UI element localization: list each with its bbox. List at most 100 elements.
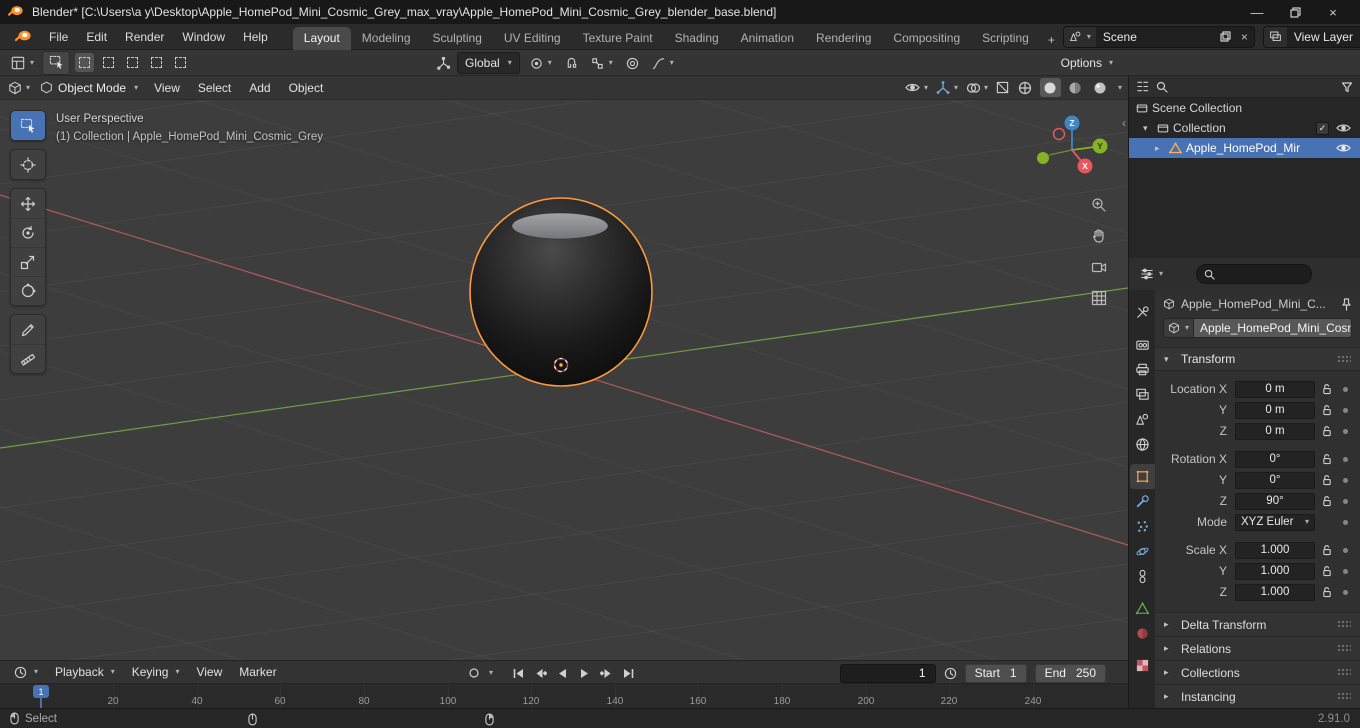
sidebar-toggle-arrow-icon[interactable]: ‹ [1122,116,1126,130]
location-z-field[interactable]: 0 m [1235,422,1315,440]
lock-button[interactable] [1321,495,1333,507]
collection-checkbox[interactable]: ✓ [1316,121,1329,135]
select-mode-intersect-button[interactable] [171,53,190,72]
scene-name[interactable]: Scene [1096,30,1216,44]
play-reverse-button[interactable] [553,664,572,683]
perspective-toggle-control[interactable] [1089,288,1109,308]
tab-animation[interactable]: Animation [730,27,805,50]
menu-object[interactable]: Object [281,78,332,98]
animate-decorator[interactable] [1343,519,1348,525]
scene-unlink-button[interactable]: × [1235,30,1254,44]
add-workspace-button[interactable]: + [1040,30,1063,50]
menu-view[interactable]: View [146,78,188,98]
outliner-display-mode-button[interactable] [1136,80,1149,93]
navigation-gizmo[interactable]: Z Y X [1036,114,1108,186]
lock-button[interactable] [1321,586,1333,598]
tab-view-layer[interactable] [1130,382,1155,407]
panel-grip-handle[interactable] [1337,620,1351,629]
animate-decorator[interactable] [1343,386,1348,392]
rotation-y-field[interactable]: 0° [1235,471,1315,489]
gizmos-dropdown[interactable]: ▾ [934,79,960,97]
animate-decorator[interactable] [1343,477,1348,483]
tab-modeling[interactable]: Modeling [351,27,422,50]
pan-control[interactable] [1089,226,1109,246]
section-collections[interactable]: ▸ Collections [1155,660,1360,684]
scale-x-field[interactable]: 1.000 [1235,541,1315,559]
playhead[interactable]: 1 [33,685,49,698]
timeline-track[interactable]: 20 40 60 80 100 120 140 160 180 200 220 … [0,684,1128,708]
marker-menu[interactable]: Marker [231,662,284,682]
panel-grip-handle[interactable] [1337,644,1351,653]
lock-button[interactable] [1321,474,1333,486]
section-delta-transform[interactable]: ▸ Delta Transform [1155,612,1360,636]
tab-constraints[interactable] [1130,564,1155,589]
rotation-x-field[interactable]: 0° [1235,450,1315,468]
shading-wireframe-button[interactable] [1015,78,1036,97]
tab-world[interactable] [1130,432,1155,457]
tool-cursor[interactable] [11,150,45,179]
tab-scene[interactable] [1130,407,1155,432]
eye-icon[interactable] [1336,143,1351,153]
menu-select[interactable]: Select [190,78,239,98]
tool-rotate[interactable] [11,218,45,247]
section-relations[interactable]: ▸ Relations [1155,636,1360,660]
tool-annotate[interactable] [11,315,45,344]
outliner-filter-button[interactable] [1341,81,1353,93]
viewport-editor-type-button[interactable]: ▾ [6,79,32,97]
panel-grip-handle[interactable] [1337,668,1351,677]
tab-sculpting[interactable]: Sculpting [422,27,493,50]
end-frame-field[interactable]: End 250 [1034,663,1106,683]
scene-new-button[interactable] [1216,31,1235,42]
snap-target-dropdown[interactable]: ▾ [588,55,616,72]
keying-menu[interactable]: Keying ▾ [124,662,188,682]
scene-browse-button[interactable]: ▾ [1063,26,1096,47]
viewport-canvas[interactable]: User Perspective (1) Collection | Apple_… [0,100,1128,660]
tab-texture[interactable] [1130,653,1155,678]
close-button[interactable]: × [1314,0,1352,24]
rotation-mode-dropdown[interactable]: XYZ Euler ▾ [1235,513,1315,531]
scale-y-field[interactable]: 1.000 [1235,562,1315,580]
eye-icon[interactable] [1336,123,1351,133]
animate-decorator[interactable] [1343,498,1348,504]
select-mode-invert-button[interactable] [147,53,166,72]
lock-button[interactable] [1321,425,1333,437]
shading-material-button[interactable] [1065,78,1086,97]
menu-help[interactable]: Help [234,27,277,47]
expand-arrow-icon[interactable]: ▸ [1155,143,1165,154]
lock-button[interactable] [1321,565,1333,577]
tool-transform[interactable] [11,276,45,305]
lock-button[interactable] [1321,404,1333,416]
scale-z-field[interactable]: 1.000 [1235,583,1315,601]
auto-keying-button[interactable] [464,664,483,683]
lock-button[interactable] [1321,383,1333,395]
lock-button[interactable] [1321,453,1333,465]
tab-texture-paint[interactable]: Texture Paint [572,27,664,50]
editor-type-button[interactable]: ▾ [8,54,37,72]
jump-to-end-button[interactable] [619,664,638,683]
menu-edit[interactable]: Edit [77,27,116,47]
object-id-browse-button[interactable]: ▾ [1163,318,1195,338]
camera-view-control[interactable] [1089,257,1109,277]
collapse-arrow-icon[interactable]: ▾ [1143,123,1153,134]
animate-decorator[interactable] [1343,456,1348,462]
proportional-editing-button[interactable] [623,55,642,72]
pin-button[interactable] [1341,297,1352,311]
blender-menu-icon[interactable] [6,26,40,48]
rotation-z-field[interactable]: 90° [1235,492,1315,510]
gizmo-minus-y-axis[interactable] [1037,152,1049,164]
play-button[interactable] [575,664,594,683]
panel-grip-handle[interactable] [1337,692,1351,701]
select-mode-set-button[interactable] [75,53,95,72]
xray-toggle-button[interactable] [994,79,1011,96]
active-tool-button[interactable] [42,50,71,75]
snap-toggle-button[interactable] [562,55,581,72]
tool-scale[interactable] [11,247,45,276]
properties-search-input[interactable] [1196,264,1313,284]
tab-uv-editing[interactable]: UV Editing [493,27,572,50]
tool-move[interactable] [11,189,45,218]
restore-button[interactable] [1276,0,1314,24]
shading-rendered-button[interactable] [1090,78,1111,97]
tab-compositing[interactable]: Compositing [882,27,971,50]
outliner-row-object[interactable]: ▸ Apple_HomePod_Mir [1129,138,1360,158]
breadcrumb-object-name[interactable]: Apple_HomePod_Mini_C... [1181,297,1326,311]
